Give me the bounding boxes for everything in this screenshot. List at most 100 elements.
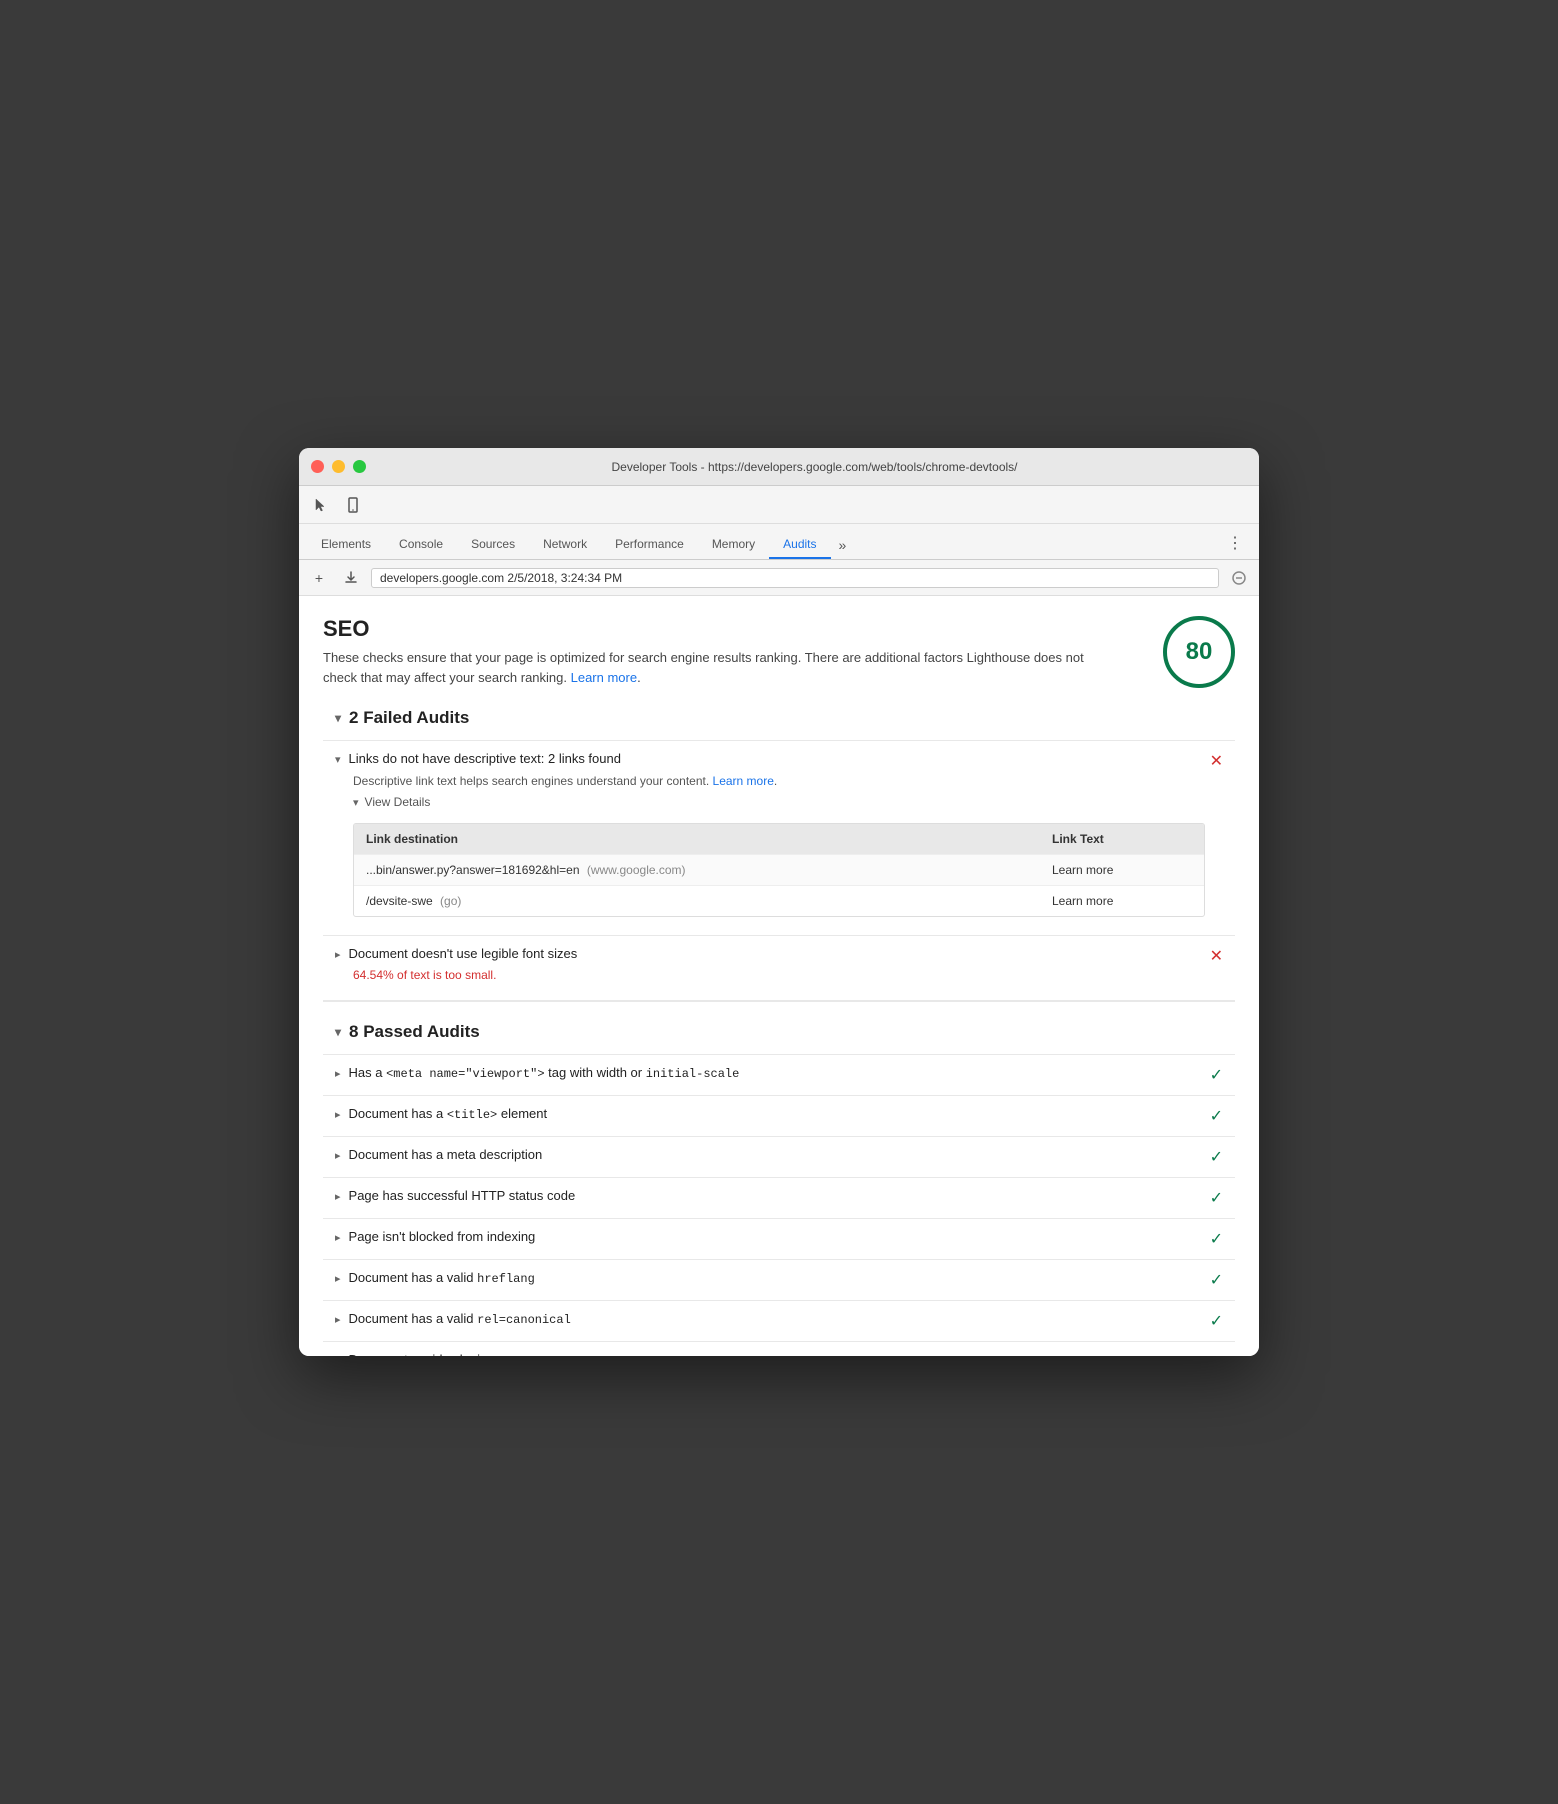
audit-pass-icon-plugins: ✓ <box>1210 1352 1223 1356</box>
minimize-button[interactable] <box>332 460 345 473</box>
tab-performance[interactable]: Performance <box>601 531 698 559</box>
devtools-window: Developer Tools - https://developers.goo… <box>299 448 1259 1356</box>
audit-expand-http-icon[interactable]: ▸ <box>335 1190 341 1203</box>
audit-left-fonts: ▸ Document doesn't use legible font size… <box>335 946 1202 961</box>
audit-pass-icon-http: ✓ <box>1210 1188 1223 1208</box>
mobile-icon[interactable] <box>339 491 367 519</box>
audit-expand-viewport-icon[interactable]: ▸ <box>335 1067 341 1080</box>
audit-title-links: Links do not have descriptive text: 2 li… <box>349 751 621 766</box>
tab-elements[interactable]: Elements <box>307 531 385 559</box>
window-title: Developer Tools - https://developers.goo… <box>382 460 1247 474</box>
link-dest-2: /devsite-swe (go) <box>366 894 1052 908</box>
audit-left-title: ▸ Document has a <title> element <box>335 1106 1202 1122</box>
link-dest-1: ...bin/answer.py?answer=181692&hl=en (ww… <box>366 863 1052 877</box>
audit-pass-icon-viewport: ✓ <box>1210 1065 1223 1085</box>
audit-subtitle-links: Descriptive link text helps search engin… <box>335 774 1223 788</box>
audit-item-fonts: ▸ Document doesn't use legible font size… <box>323 935 1235 992</box>
seo-score: 80 <box>1186 638 1213 666</box>
audit-fail-icon-fonts: ✕ <box>1210 946 1223 966</box>
audit-left-plugins: ▸ Document avoids plugins <box>335 1352 1202 1356</box>
tab-memory[interactable]: Memory <box>698 531 769 559</box>
audit-expand-canonical-icon[interactable]: ▸ <box>335 1313 341 1326</box>
passed-audits-header: ▾ 8 Passed Audits <box>335 1022 1235 1042</box>
link-dest-1-main: ...bin/answer.py?answer=181692&hl=en <box>366 863 580 877</box>
more-tabs-icon[interactable]: » <box>831 531 855 559</box>
tab-sources[interactable]: Sources <box>457 531 529 559</box>
audit-left-canonical: ▸ Document has a valid rel=canonical <box>335 1311 1202 1327</box>
tab-menu-icon[interactable]: ⋮ <box>1219 527 1251 559</box>
failed-chevron-icon[interactable]: ▾ <box>335 711 341 725</box>
col-link-dest: Link destination <box>366 832 1052 846</box>
audit-expand-fonts-icon[interactable]: ▸ <box>335 948 341 961</box>
audit-title-title: Document has a <title> element <box>349 1106 548 1122</box>
audit-title-indexing: Page isn't blocked from indexing <box>349 1229 536 1244</box>
download-icon[interactable] <box>339 566 363 590</box>
audit-pass-icon-hreflang: ✓ <box>1210 1270 1223 1290</box>
audit-expand-links-icon[interactable]: ▾ <box>335 753 341 766</box>
audit-title-plugins: Document avoids plugins <box>349 1352 494 1356</box>
audit-row-indexing: ▸ Page isn't blocked from indexing ✓ <box>335 1229 1223 1249</box>
view-details-toggle[interactable]: ▾ View Details <box>335 788 1223 815</box>
titlebar: Developer Tools - https://developers.goo… <box>299 448 1259 486</box>
audit-pass-icon-indexing: ✓ <box>1210 1229 1223 1249</box>
passed-chevron-icon[interactable]: ▾ <box>335 1025 341 1039</box>
close-button[interactable] <box>311 460 324 473</box>
audit-item-http: ▸ Page has successful HTTP status code ✓ <box>323 1177 1235 1218</box>
link-dest-2-secondary: (go) <box>440 894 461 908</box>
audit-pass-icon-canonical: ✓ <box>1210 1311 1223 1331</box>
link-text-2: Learn more <box>1052 894 1192 908</box>
tab-console[interactable]: Console <box>385 531 457 559</box>
audit-expand-hreflang-icon[interactable]: ▸ <box>335 1272 341 1285</box>
audit-left-http: ▸ Page has successful HTTP status code <box>335 1188 1202 1203</box>
seo-learn-more-link[interactable]: Learn more <box>571 670 637 685</box>
audit-pass-icon-metadesc: ✓ <box>1210 1147 1223 1167</box>
audit-title-viewport: Has a <meta name="viewport"> tag with wi… <box>349 1065 740 1081</box>
audit-row-http: ▸ Page has successful HTTP status code ✓ <box>335 1188 1223 1208</box>
audit-fail-text-fonts: 64.54% of text is too small. <box>335 968 1223 982</box>
audit-row-plugins: ▸ Document avoids plugins ✓ <box>335 1352 1223 1356</box>
audit-learn-more-links[interactable]: Learn more <box>713 774 774 788</box>
devtools-toolbar <box>299 486 1259 524</box>
passed-audits-title: 8 Passed Audits <box>349 1022 480 1042</box>
audit-item-indexing: ▸ Page isn't blocked from indexing ✓ <box>323 1218 1235 1259</box>
links-details-table: Link destination Link Text ...bin/answer… <box>353 823 1205 917</box>
audit-row-links: ▾ Links do not have descriptive text: 2 … <box>335 751 1223 771</box>
add-button[interactable]: + <box>307 566 331 590</box>
audit-title-metadesc: Document has a meta description <box>349 1147 543 1162</box>
address-bar: + developers.google.com 2/5/2018, 3:24:3… <box>299 560 1259 596</box>
view-details-chevron-icon: ▾ <box>353 796 359 809</box>
view-details-label: View Details <box>365 795 431 809</box>
address-input[interactable]: developers.google.com 2/5/2018, 3:24:34 … <box>371 568 1219 588</box>
tab-audits[interactable]: Audits <box>769 531 830 559</box>
audit-expand-plugins-icon[interactable]: ▸ <box>335 1354 341 1356</box>
audit-row-fonts: ▸ Document doesn't use legible font size… <box>335 946 1223 966</box>
audit-expand-title-icon[interactable]: ▸ <box>335 1108 341 1121</box>
audit-item-plugins: ▸ Document avoids plugins ✓ <box>323 1341 1235 1356</box>
seo-desc-text: These checks ensure that your page is op… <box>323 650 1084 685</box>
cursor-icon[interactable] <box>307 491 335 519</box>
seo-text-block: SEO These checks ensure that your page i… <box>323 616 1103 687</box>
audit-item-hreflang: ▸ Document has a valid hreflang ✓ <box>323 1259 1235 1300</box>
table-header: Link destination Link Text <box>354 824 1204 854</box>
audit-left-indexing: ▸ Page isn't blocked from indexing <box>335 1229 1202 1244</box>
seo-description: These checks ensure that your page is op… <box>323 648 1103 687</box>
maximize-button[interactable] <box>353 460 366 473</box>
audit-expand-metadesc-icon[interactable]: ▸ <box>335 1149 341 1162</box>
audit-row-viewport: ▸ Has a <meta name="viewport"> tag with … <box>335 1065 1223 1085</box>
table-row: ...bin/answer.py?answer=181692&hl=en (ww… <box>354 854 1204 885</box>
audit-left-hreflang: ▸ Document has a valid hreflang <box>335 1270 1202 1286</box>
audit-expand-indexing-icon[interactable]: ▸ <box>335 1231 341 1244</box>
stop-icon[interactable] <box>1227 566 1251 590</box>
main-content: SEO These checks ensure that your page i… <box>299 596 1259 1356</box>
devtools-tabs: Elements Console Sources Network Perform… <box>299 524 1259 560</box>
audit-left-links: ▾ Links do not have descriptive text: 2 … <box>335 751 1202 766</box>
link-dest-1-secondary: (www.google.com) <box>587 863 686 877</box>
failed-audits-header: ▾ 2 Failed Audits <box>335 708 1235 728</box>
table-row: /devsite-swe (go) Learn more <box>354 885 1204 916</box>
audit-fail-icon-links: ✕ <box>1210 751 1223 771</box>
audit-title-hreflang: Document has a valid hreflang <box>349 1270 535 1286</box>
audit-left-viewport: ▸ Has a <meta name="viewport"> tag with … <box>335 1065 1202 1081</box>
tab-network[interactable]: Network <box>529 531 601 559</box>
audit-row-canonical: ▸ Document has a valid rel=canonical ✓ <box>335 1311 1223 1331</box>
audit-item-metadesc: ▸ Document has a meta description ✓ <box>323 1136 1235 1177</box>
